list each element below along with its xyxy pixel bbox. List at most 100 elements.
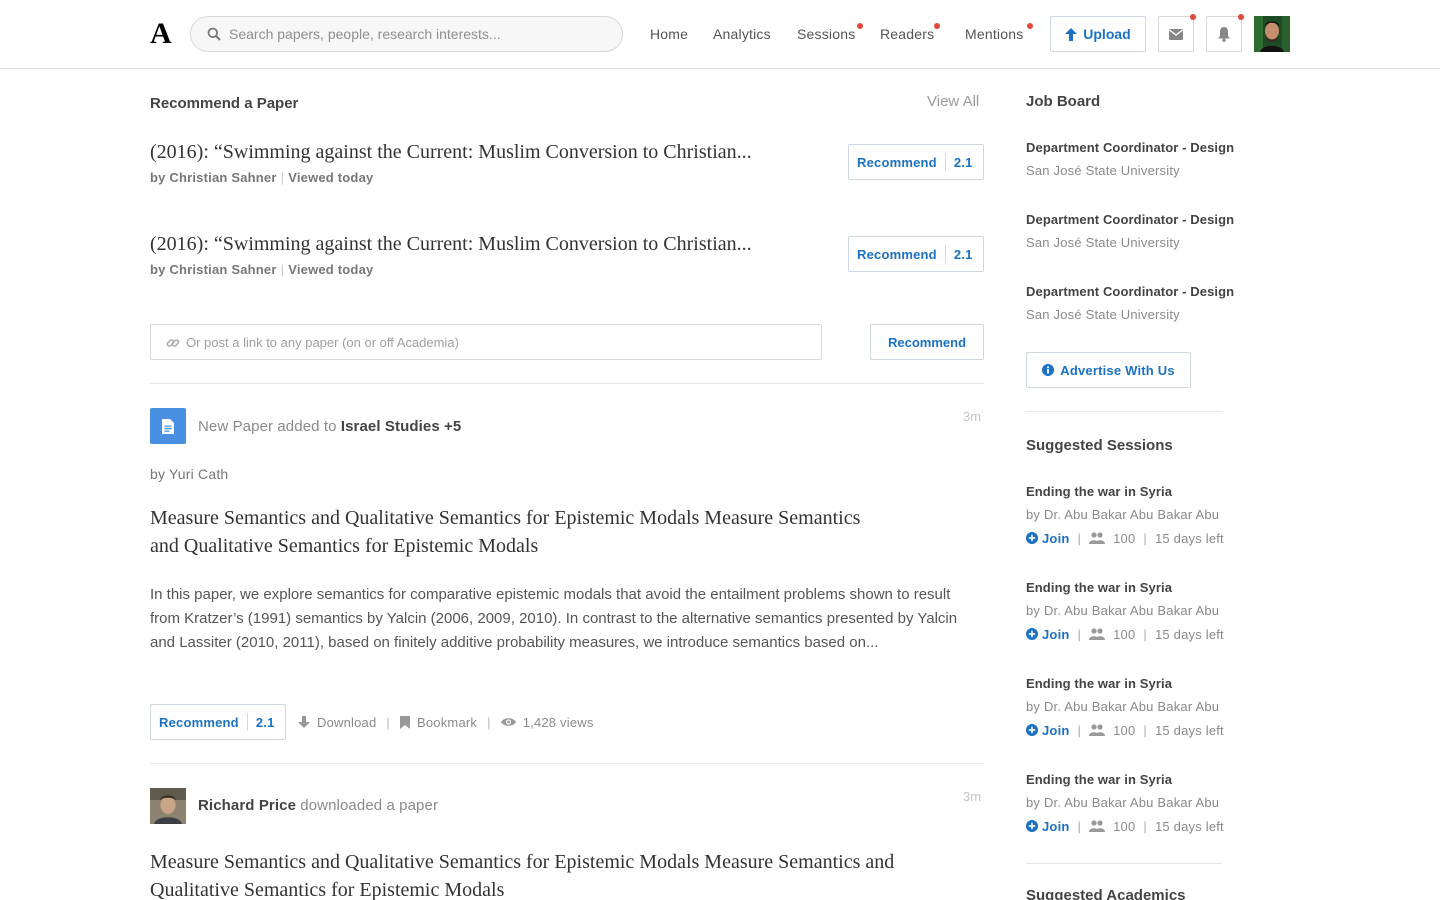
paper-link-input[interactable] [186, 325, 806, 359]
divider [150, 763, 984, 764]
paper-author[interactable]: by Christian Sahner [150, 262, 277, 277]
search-box[interactable] [190, 16, 623, 52]
meta-separator: | [1077, 530, 1082, 546]
notifications-button[interactable] [1206, 16, 1242, 52]
attendee-count: 100 [1113, 722, 1136, 738]
job-listing[interactable]: Department Coordinator - Design San José… [1026, 284, 1326, 322]
nav-sessions[interactable]: Sessions [797, 25, 855, 43]
session-days-left: 15 days left [1154, 722, 1224, 738]
attendee-count: 100 [1113, 530, 1136, 546]
attendee-count: 100 [1113, 626, 1136, 642]
download-action[interactable]: Download [298, 715, 376, 730]
plus-circle-icon [1026, 820, 1038, 832]
session-title[interactable]: Ending the war in Syria [1026, 484, 1326, 499]
recommended-paper-meta: by Christian Sahner | Viewed today [150, 262, 373, 277]
job-listing[interactable]: Department Coordinator - Design San José… [1026, 140, 1326, 178]
session-attendees: 100 [1089, 627, 1135, 642]
plus-circle-icon [1026, 724, 1038, 736]
recommended-paper-title[interactable]: (2016): “Swimming against the Current: M… [150, 232, 752, 256]
bookmark-action[interactable]: Bookmark [400, 715, 477, 730]
viewed-status: Viewed today [288, 262, 374, 277]
attendee-count: 100 [1113, 818, 1136, 834]
download-icon [298, 715, 310, 728]
session-days-left: 15 days left [1154, 626, 1224, 642]
nav-home[interactable]: Home [650, 25, 688, 43]
session-meta: Join | 100 | 15 days left [1026, 530, 1326, 546]
meta-separator: | [1077, 818, 1082, 834]
feed-topic-link[interactable]: Israel Studies +5 [341, 418, 462, 435]
advertise-button[interactable]: Advertise With Us [1026, 352, 1191, 388]
session-host: by Dr. Abu Bakar Abu Bakar Abu [1026, 507, 1220, 522]
eye-icon [500, 718, 516, 726]
nav-mentions[interactable]: Mentions [965, 25, 1023, 43]
recommend-label: Recommend [857, 154, 937, 170]
session-days-left: 15 days left [1154, 530, 1224, 546]
feed-paper-title[interactable]: Measure Semantics and Qualitative Semant… [150, 504, 940, 560]
session-title[interactable]: Ending the war in Syria [1026, 676, 1326, 691]
feed-paper-title[interactable]: Measure Semantics and Qualitative Semant… [150, 848, 984, 900]
job-title: Department Coordinator - Design [1026, 284, 1235, 299]
recommended-paper-meta: by Christian Sahner | Viewed today [150, 170, 373, 185]
session-item: Ending the war in Syria by Dr. Abu Bakar… [1026, 772, 1326, 834]
join-session-button[interactable]: Join [1026, 531, 1070, 546]
recommended-paper-title[interactable]: (2016): “Swimming against the Current: M… [150, 140, 752, 164]
plus-circle-icon [1026, 628, 1038, 640]
feed-item-heading: New Paper added to Israel Studies +5 [198, 418, 461, 435]
bell-icon [1218, 27, 1230, 42]
recommend-button[interactable]: Recommend 2.1 [848, 144, 984, 180]
paper-link-field[interactable] [150, 324, 822, 360]
join-label: Join [1042, 530, 1070, 546]
meta-separator: | [1143, 626, 1147, 642]
feed-paper-abstract: In this paper, we explore semantics for … [150, 586, 958, 651]
session-host: by Dr. Abu Bakar Abu Bakar Abu [1026, 603, 1220, 618]
top-nav-bar: A Home Analytics Sessions Readers Mentio… [0, 0, 1440, 69]
session-attendees: 100 [1089, 531, 1135, 546]
view-all-link[interactable]: View All [927, 93, 979, 110]
richard-price-avatar[interactable] [150, 788, 186, 824]
recommend-button[interactable]: Recommend 2.1 [150, 704, 286, 740]
sidebar-divider [1026, 411, 1222, 412]
download-label: Download [317, 714, 377, 730]
sessions-notification-dot [857, 23, 863, 29]
meta-separator: | [1143, 530, 1147, 546]
recommend-button[interactable]: Recommend 2.1 [848, 236, 984, 272]
job-listing[interactable]: Department Coordinator - Design San José… [1026, 212, 1326, 250]
meta-separator: | [280, 170, 285, 185]
feed-action-text: downloaded a paper [300, 797, 439, 814]
feed-person-link[interactable]: Richard Price [198, 797, 296, 814]
document-icon [162, 418, 174, 434]
upload-label: Upload [1083, 26, 1131, 42]
suggested-sessions-title: Suggested Sessions [1026, 437, 1173, 454]
job-title: Department Coordinator - Design [1026, 212, 1235, 227]
join-session-button[interactable]: Join [1026, 819, 1070, 834]
post-link-recommend-button[interactable]: Recommend [870, 324, 984, 360]
recommend-label: Recommend [159, 714, 239, 730]
user-avatar[interactable] [1254, 16, 1290, 52]
messages-button[interactable] [1158, 16, 1194, 52]
session-title[interactable]: Ending the war in Syria [1026, 772, 1326, 787]
envelope-icon [1169, 28, 1183, 40]
recommend-score: 2.1 [953, 246, 973, 262]
feed-actions: Download | Bookmark | 1,428 views [298, 714, 594, 730]
join-session-button[interactable]: Join [1026, 723, 1070, 738]
session-host: by Dr. Abu Bakar Abu Bakar Abu [1026, 795, 1220, 810]
join-session-button[interactable]: Join [1026, 627, 1070, 642]
academia-logo[interactable]: A [150, 15, 172, 53]
avatar-image [150, 788, 186, 824]
nav-readers[interactable]: Readers [880, 25, 934, 43]
session-meta: Join | 100 | 15 days left [1026, 626, 1326, 642]
suggested-academics-title: Suggested Academics [1026, 887, 1186, 900]
feed-author[interactable]: by Yuri Cath [150, 466, 228, 482]
nav-analytics[interactable]: Analytics [713, 25, 771, 43]
session-item: Ending the war in Syria by Dr. Abu Bakar… [1026, 676, 1326, 738]
feed-timestamp: 3m [963, 409, 982, 424]
session-title[interactable]: Ending the war in Syria [1026, 580, 1326, 595]
users-icon [1089, 724, 1106, 736]
paper-author[interactable]: by Christian Sahner [150, 170, 277, 185]
feed-paper-title-line: Measure Semantics and Qualitative Semant… [150, 851, 895, 873]
upload-button[interactable]: Upload [1050, 16, 1146, 52]
action-separator: | [386, 714, 390, 730]
mentions-notification-dot [1027, 23, 1033, 29]
join-label: Join [1042, 818, 1070, 834]
search-input[interactable] [229, 17, 609, 51]
